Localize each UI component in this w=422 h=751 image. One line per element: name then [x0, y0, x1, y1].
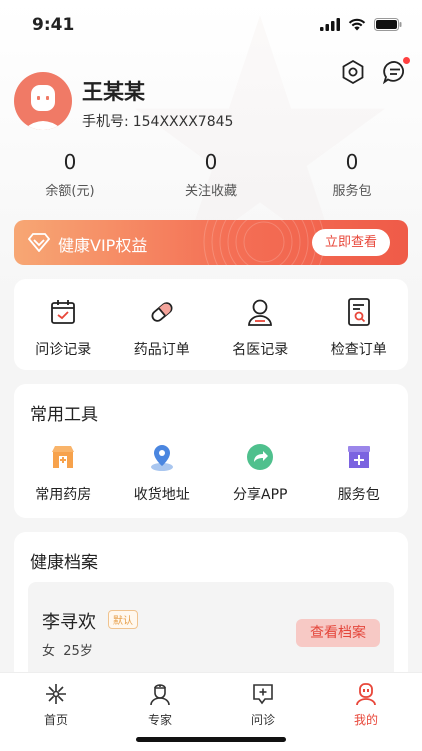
service-box-icon [347, 446, 370, 468]
doctor-icon [248, 299, 273, 326]
tools-title: 常用工具 [30, 405, 98, 425]
user-phone: 手机号: 154XXXX7845 [82, 111, 233, 131]
wifi-icon [348, 18, 366, 31]
tools-grid: 常用药房 收货地址 分享APP 服务包 [14, 440, 408, 504]
record-info: 女 25岁 [42, 640, 93, 659]
record-name: 李寻欢 [42, 612, 96, 633]
stat-label: 关注收藏 [184, 184, 237, 199]
report-search-icon [347, 298, 370, 326]
phone-number: 154XXXX7845 [132, 114, 234, 130]
stat-label: 余额(元) [45, 184, 95, 199]
avatar[interactable] [14, 72, 72, 130]
settings-hexagon-icon [342, 59, 364, 85]
tab-label: 专家 [147, 713, 172, 727]
tool-pharmacy[interactable]: 常用药房 [14, 440, 113, 504]
tool-service-pack[interactable]: 服务包 [310, 440, 409, 504]
status-time: 9:41 [32, 15, 75, 35]
menu-drug-orders[interactable]: 药品订单 [113, 295, 212, 359]
menu-label: 问诊记录 [35, 342, 92, 358]
vip-banner[interactable]: 健康VIP权益 立即查看 [14, 220, 408, 265]
stat-service-pack[interactable]: 0 服务包 [292, 150, 412, 199]
tab-consult[interactable]: 问诊 [233, 681, 293, 728]
records-grid: 问诊记录 药品订单 名医记录 检查订单 [14, 295, 408, 359]
calendar-check-icon [51, 300, 76, 324]
user-name: 王某某 [82, 80, 145, 104]
menu-label: 检查订单 [330, 342, 387, 358]
tool-label: 服务包 [337, 487, 380, 503]
home-indicator [136, 737, 286, 742]
profile-icon [356, 683, 376, 706]
status-icons [320, 18, 402, 31]
notification-dot [403, 57, 410, 64]
diamond-icon [28, 233, 50, 252]
tab-expert[interactable]: 专家 [130, 681, 190, 728]
tool-label: 收货地址 [133, 487, 190, 503]
record-gender: 女 [42, 644, 56, 659]
menu-doctor-records[interactable]: 名医记录 [211, 295, 310, 359]
tool-address[interactable]: 收货地址 [113, 440, 212, 504]
tab-home[interactable]: 首页 [26, 681, 86, 728]
menu-exam-orders[interactable]: 检查订单 [310, 295, 409, 359]
health-title: 健康档案 [30, 553, 98, 573]
view-record-button[interactable]: 查看档案 [296, 619, 380, 647]
location-pin-icon [150, 445, 173, 471]
tool-label: 分享APP [233, 487, 288, 503]
home-icon [46, 684, 66, 704]
pharmacy-icon [52, 446, 75, 468]
menu-label: 名医记录 [232, 342, 289, 358]
consult-icon [253, 684, 273, 705]
stat-value: 0 [204, 150, 218, 174]
stat-favorites[interactable]: 0 关注收藏 [151, 150, 271, 199]
stat-balance[interactable]: 0 余额(元) [10, 150, 130, 199]
status-bar: 9:41 [0, 0, 422, 52]
tool-label: 常用药房 [35, 487, 92, 503]
menu-label: 药品订单 [133, 342, 190, 358]
avatar-figure-icon [23, 85, 63, 130]
default-badge: 默认 [108, 610, 138, 629]
message-button[interactable] [381, 57, 410, 86]
stat-value: 0 [63, 150, 77, 174]
record-age: 25岁 [63, 644, 93, 659]
vip-view-button[interactable]: 立即查看 [312, 229, 390, 256]
expert-icon [150, 684, 170, 706]
records-card: 问诊记录 药品订单 名医记录 检查订单 [14, 279, 408, 370]
tab-profile[interactable]: 我的 [336, 681, 396, 728]
tab-label: 我的 [353, 713, 378, 727]
tab-label: 首页 [43, 713, 68, 727]
battery-icon [374, 18, 402, 31]
share-icon [247, 444, 274, 470]
tool-share-app[interactable]: 分享APP [211, 440, 310, 504]
pill-icon [151, 302, 173, 322]
stat-label: 服务包 [332, 184, 372, 199]
stats-row: 0 余额(元) 0 关注收藏 0 服务包 [0, 150, 422, 206]
stat-value: 0 [345, 150, 359, 174]
settings-button[interactable] [339, 58, 367, 86]
tools-card: 常用工具 常用药房 收货地址 分享APP 服务包 [14, 384, 408, 518]
phone-label: 手机号: [82, 114, 129, 130]
signal-icon [320, 18, 340, 31]
health-card: 健康档案 李寻欢 默认 女 25岁 查看档案 [14, 532, 408, 692]
menu-consult-records[interactable]: 问诊记录 [14, 295, 113, 359]
vip-title: 健康VIP权益 [58, 236, 148, 255]
tab-label: 问诊 [250, 713, 275, 727]
